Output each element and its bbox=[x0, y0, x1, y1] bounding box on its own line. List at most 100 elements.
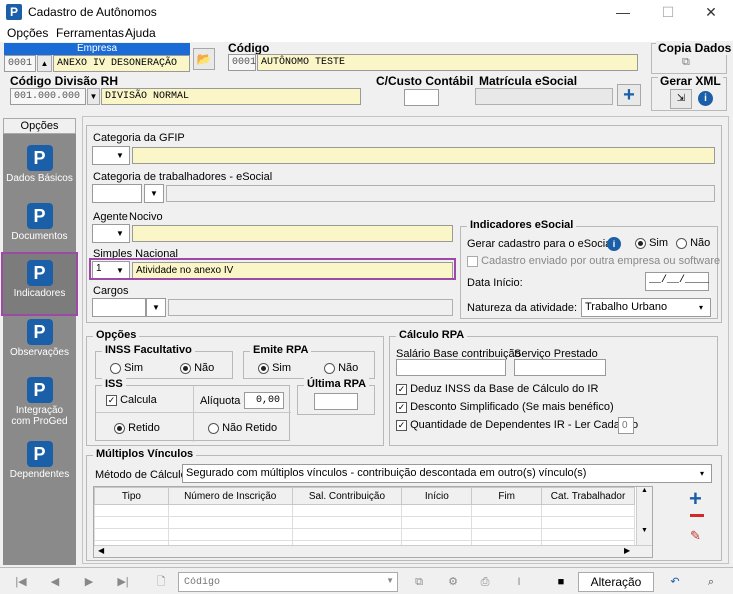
menu-ferramentas[interactable]: Ferramentas bbox=[56, 26, 124, 40]
codigo-code[interactable]: 0001 bbox=[228, 54, 256, 71]
checkbox-label: Deduz INSS da Base de Cálculo do IR bbox=[410, 383, 599, 395]
add-row-icon[interactable]: + bbox=[689, 486, 702, 512]
maximize-button[interactable]: ☐ bbox=[648, 0, 688, 24]
col-tipo[interactable]: Tipo bbox=[94, 487, 169, 505]
col-inicio[interactable]: Início bbox=[401, 487, 473, 505]
col-fim[interactable]: Fim bbox=[471, 487, 543, 505]
first-record-icon[interactable]: |◀ bbox=[6, 572, 36, 592]
scroll-right-icon[interactable]: ▶ bbox=[624, 546, 630, 555]
search-input[interactable] bbox=[182, 574, 377, 590]
open-folder-icon[interactable]: 📂 bbox=[193, 48, 215, 70]
codigo-name[interactable]: AUTÔNOMO TESTE bbox=[257, 54, 638, 71]
info-icon[interactable]: i bbox=[698, 91, 713, 106]
sidebar-item-dependentes[interactable]: P Dependentes bbox=[3, 435, 76, 492]
chevron-down-icon[interactable]: ▼ bbox=[386, 576, 394, 585]
settings-icon[interactable]: ⚙ bbox=[438, 572, 468, 592]
search-combo[interactable]: ▼ bbox=[178, 572, 398, 592]
info-icon[interactable]: i bbox=[607, 237, 621, 251]
sidebar-item-observacoes[interactable]: P Observações bbox=[3, 313, 76, 370]
table-row[interactable] bbox=[94, 516, 635, 529]
close-button[interactable]: ✕ bbox=[691, 0, 731, 24]
add-icon[interactable]: + bbox=[617, 84, 641, 106]
enviado-checkbox[interactable]: Cadastro enviado por outra empresa ou so… bbox=[467, 255, 720, 267]
retido-radio[interactable]: Retido bbox=[114, 422, 160, 434]
save-icon[interactable]: ■ bbox=[546, 572, 576, 592]
menu-ajuda[interactable]: Ajuda bbox=[125, 26, 156, 40]
minimize-button[interactable]: — bbox=[603, 0, 643, 24]
table-header-row: Tipo Número de Inscrição Sal. Contribuiç… bbox=[94, 487, 635, 505]
empresa-lookup-icon[interactable]: ▲ bbox=[37, 55, 52, 72]
checkbox-label: Desconto Simplificado (Se mais benéfico) bbox=[410, 401, 614, 413]
next-record-icon[interactable]: ▶ bbox=[74, 572, 104, 592]
calcula-checkbox[interactable]: ✓ Calcula bbox=[106, 394, 157, 406]
undo-icon[interactable]: ↶ bbox=[660, 572, 690, 592]
col-salario[interactable]: Sal. Contribuição bbox=[291, 487, 403, 505]
italic-icon[interactable]: I bbox=[504, 572, 534, 592]
natureza-select[interactable]: Trabalho Urbano ▾ bbox=[581, 298, 711, 317]
aliquota-label: Alíquota bbox=[200, 395, 241, 407]
categoria-esocial-desc bbox=[166, 185, 715, 202]
title-bar: P Cadastro de Autônomos — ☐ ✕ bbox=[0, 0, 733, 24]
cargos-desc bbox=[168, 299, 453, 316]
divisao-lookup-icon[interactable]: ▼ bbox=[87, 88, 100, 105]
checkbox-icon: ✓ bbox=[396, 401, 407, 413]
chevron-down-icon: ▼ bbox=[116, 151, 124, 160]
scroll-left-icon[interactable]: ◀ bbox=[98, 546, 104, 555]
inss-sim-radio[interactable]: Sim bbox=[110, 362, 143, 374]
copy-record-icon[interactable]: ⧉ bbox=[404, 572, 434, 592]
deduz-checkbox[interactable]: ✓ Deduz INSS da Base de Cálculo do IR bbox=[396, 383, 598, 395]
print-icon[interactable]: ⎙ bbox=[470, 572, 500, 592]
sidebar-item-documentos[interactable]: P Documentos bbox=[3, 197, 76, 254]
gerar-nao-radio[interactable]: Não bbox=[676, 237, 710, 249]
agente-nocivo-select[interactable]: ▼ bbox=[92, 224, 130, 243]
ccusto-input[interactable] bbox=[404, 89, 439, 106]
copy-icon[interactable]: ⧉ bbox=[682, 56, 690, 69]
servico-input[interactable] bbox=[514, 359, 606, 376]
ultima-rpa-input[interactable] bbox=[314, 393, 358, 410]
categoria-esocial-select[interactable]: ▼ bbox=[144, 184, 164, 203]
binoculars-icon[interactable]: ⌕ bbox=[696, 572, 726, 592]
sidebar-item-integracao[interactable]: P Integração com ProGed bbox=[3, 371, 76, 433]
divisao-code[interactable]: 001.000.000 bbox=[10, 88, 86, 105]
scroll-up-icon[interactable]: ▲ bbox=[637, 487, 652, 494]
horizontal-scrollbar[interactable]: ◀ ▶ bbox=[94, 545, 652, 557]
table-row[interactable] bbox=[94, 504, 635, 517]
desconto-checkbox[interactable]: ✓ Desconto Simplificado (Se mais benéfic… bbox=[396, 401, 614, 413]
inss-nao-radio[interactable]: Não bbox=[180, 362, 214, 374]
categoria-gfip-select[interactable]: ▼ bbox=[92, 146, 130, 165]
emite-nao-radio[interactable]: Não bbox=[324, 362, 358, 374]
remove-row-icon[interactable] bbox=[690, 514, 704, 517]
last-record-icon[interactable]: ▶| bbox=[108, 572, 138, 592]
prev-record-icon[interactable]: ◀ bbox=[40, 572, 70, 592]
aliquota-input[interactable]: 0,00 bbox=[244, 392, 284, 409]
data-inicio-input[interactable]: __/__/____ bbox=[645, 272, 709, 291]
dependentes-checkbox[interactable]: ✓ Quantidade de Dependentes IR - Ler Cad… bbox=[396, 419, 638, 431]
cargos-input[interactable] bbox=[92, 298, 146, 317]
document-icon[interactable]: 🗋 bbox=[146, 572, 176, 592]
nao-retido-radio[interactable]: Não Retido bbox=[208, 422, 277, 434]
categoria-esocial-input[interactable] bbox=[92, 184, 142, 203]
empresa-code[interactable]: 0001 bbox=[4, 55, 36, 72]
chevron-down-icon: ▾ bbox=[698, 303, 703, 312]
cargos-select[interactable]: ▼ bbox=[146, 298, 166, 317]
dependentes-input[interactable]: 0 bbox=[618, 417, 634, 434]
gerar-sim-radio[interactable]: Sim bbox=[635, 237, 668, 249]
menu-opcoes[interactable]: Opções bbox=[7, 26, 48, 40]
col-inscricao[interactable]: Número de Inscrição bbox=[167, 487, 293, 505]
salario-input[interactable] bbox=[396, 359, 506, 376]
scroll-down-icon[interactable]: ▼ bbox=[637, 527, 652, 534]
divider bbox=[193, 386, 194, 442]
empresa-name: ANEXO IV DESONERAÇÃO bbox=[53, 55, 190, 72]
sidebar-item-dados-basicos[interactable]: P Dados Básicos bbox=[3, 139, 76, 196]
checkbox-label: Cadastro enviado por outra empresa ou so… bbox=[481, 255, 721, 267]
sidebar-item-indicadores[interactable]: P Indicadores bbox=[1, 252, 78, 316]
metodo-select[interactable]: Segurado com múltiplos vínculos - contri… bbox=[182, 464, 712, 483]
matricula-input[interactable] bbox=[475, 88, 613, 105]
vertical-scrollbar[interactable]: ▲ ▼ bbox=[636, 487, 652, 545]
col-cat[interactable]: Cat. Trabalhador bbox=[541, 487, 635, 505]
edit-pencil-icon[interactable]: ✎ bbox=[690, 528, 701, 544]
table-row[interactable] bbox=[94, 528, 635, 541]
emite-sim-radio[interactable]: Sim bbox=[258, 362, 291, 374]
checkbox-icon: ✓ bbox=[106, 394, 117, 406]
xml-generate-icon[interactable]: ⇲ bbox=[670, 89, 692, 109]
